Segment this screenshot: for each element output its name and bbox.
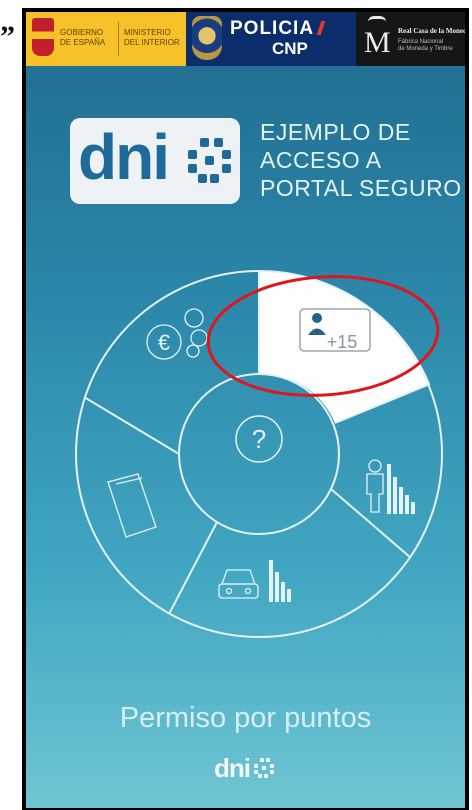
help-button[interactable]: ?	[235, 415, 283, 463]
footer-logo-text: dni	[214, 753, 251, 783]
footer-dnie-logo: dni	[214, 753, 276, 783]
app-screen: GOBIERNO DE ESPAÑA MINISTERIO DEL INTERI…	[26, 12, 465, 808]
footer-chip-icon	[254, 758, 274, 778]
age-label: +15	[327, 332, 358, 352]
wheel-inner-ring	[178, 373, 340, 535]
feature-caption: Permiso por puntos	[119, 702, 372, 734]
closing-quote-mark: ”	[0, 20, 15, 53]
help-question-icon: ?	[252, 424, 266, 454]
svg-text:€: €	[158, 330, 170, 355]
options-wheel: ? +15 €	[75, 270, 443, 638]
